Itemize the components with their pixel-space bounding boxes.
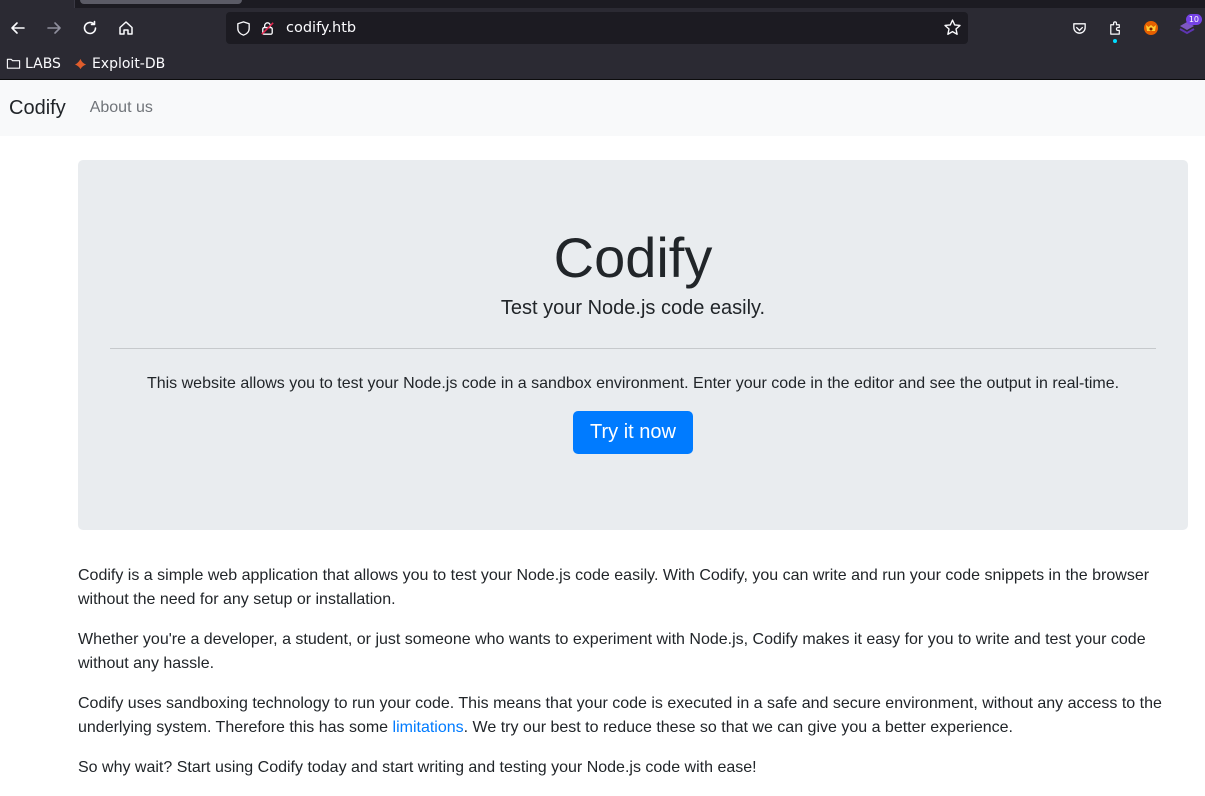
browser-toolbar: codify.htb 10 (0, 8, 1205, 48)
content-paragraph-3: Codify uses sandboxing technology to run… (78, 692, 1188, 740)
main-container: Codify Test your Node.js code easily. Th… (78, 160, 1188, 796)
bookmark-star-icon[interactable] (943, 18, 962, 42)
bookmark-exploit-db[interactable]: Exploit-DB (73, 56, 165, 72)
bookmarks-bar: LABS Exploit-DB (0, 48, 1205, 80)
try-it-now-button[interactable]: Try it now (573, 411, 693, 455)
content-paragraph-1: Codify is a simple web application that … (78, 567, 1150, 608)
hero-jumbotron: Codify Test your Node.js code easily. Th… (78, 160, 1188, 530)
paragraph-text: . We try our best to reduce these so tha… (463, 719, 1013, 736)
extension-badge: 10 (1185, 14, 1202, 25)
pocket-button[interactable] (1061, 12, 1097, 44)
puzzle-icon (1109, 20, 1120, 35)
limitations-link[interactable]: limitations (393, 719, 464, 736)
brand-link[interactable]: Codify (9, 97, 66, 120)
shield-icon[interactable] (234, 19, 252, 37)
home-icon (119, 21, 133, 35)
reload-icon (83, 20, 97, 35)
active-tab-edge[interactable] (80, 0, 242, 4)
address-bar[interactable]: codify.htb (226, 12, 968, 44)
bookmark-label: LABS (25, 55, 61, 72)
home-button[interactable] (108, 12, 144, 44)
hero-title: Codify (553, 226, 713, 289)
foxyproxy-extension-button[interactable] (1133, 12, 1169, 44)
folder-icon (6, 58, 21, 69)
arrow-left-icon (11, 22, 25, 34)
hero-lead: Test your Node.js code easily. (500, 297, 766, 320)
nav-link-about[interactable]: About us (90, 99, 153, 117)
back-button[interactable] (0, 12, 36, 44)
hero-divider (110, 348, 1156, 350)
arrow-right-icon (47, 22, 61, 34)
tab-left-edge[interactable] (0, 0, 75, 8)
wappalyzer-extension-button[interactable]: 10 (1169, 12, 1205, 44)
insecure-lock-icon[interactable] (258, 19, 276, 37)
fox-icon (1144, 21, 1158, 35)
content-paragraph-4: So why wait? Start using Codify today an… (78, 759, 757, 776)
forward-button[interactable] (36, 12, 72, 44)
toolbar-right-icons: 10 (1061, 8, 1205, 48)
pocket-icon (1072, 22, 1086, 34)
reload-button[interactable] (72, 12, 108, 44)
site-navbar: Codify About us (0, 80, 1205, 136)
bookmark-label: Exploit-DB (91, 55, 166, 72)
bookmark-labs[interactable]: LABS (6, 56, 61, 72)
extensions-button[interactable] (1097, 12, 1133, 44)
exploit-db-icon (74, 58, 87, 70)
extension-update-dot (1113, 39, 1117, 43)
url-text[interactable]: codify.htb (286, 20, 356, 36)
tab-strip (0, 0, 1205, 8)
hero-text: This website allows you to test your Nod… (146, 375, 1120, 393)
content-paragraph-2: Whether you're a developer, a student, o… (78, 631, 1146, 672)
content-section: Codify is a simple web application that … (78, 564, 1188, 780)
